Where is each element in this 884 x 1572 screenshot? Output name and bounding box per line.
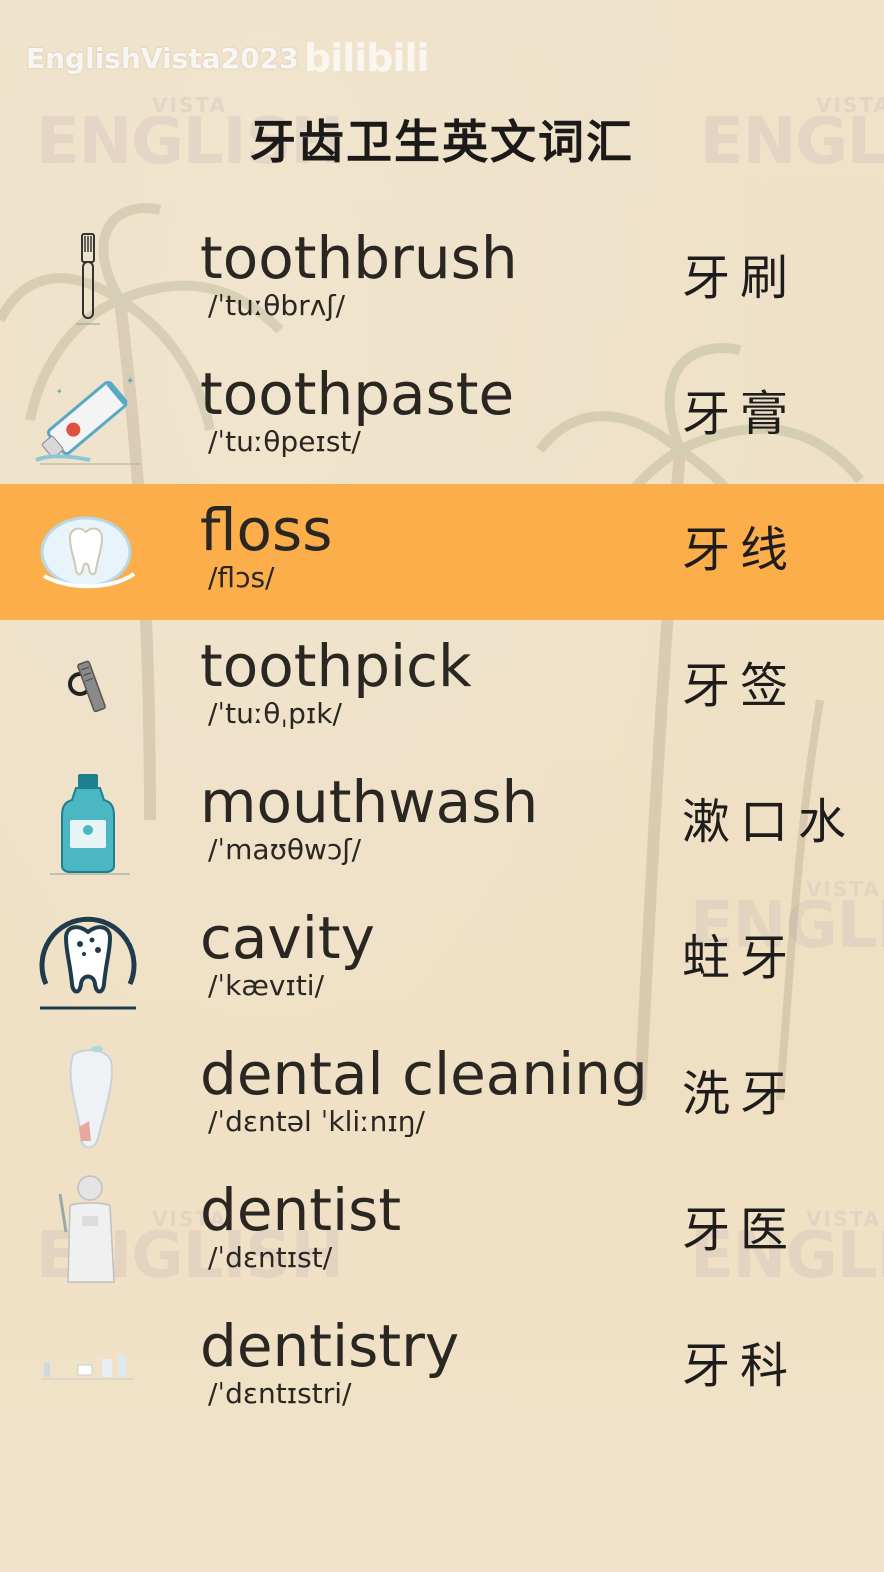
dentistry-icon (28, 1318, 148, 1418)
vocab-word: toothbrush (200, 224, 518, 292)
vocab-phonetic: /ˈtuːθpeɪst/ (208, 425, 361, 458)
vocab-word: cavity (200, 904, 375, 972)
vocab-phonetic: /ˈtuːθˌpɪk/ (208, 697, 342, 730)
vocab-chinese: 牙线 (682, 522, 799, 578)
vocab-phonetic: /ˈmaʊθwɔʃ/ (208, 833, 362, 866)
vocab-word: toothpaste (200, 360, 515, 428)
vocab-chinese: 漱口水 (682, 794, 857, 850)
cavity-icon (28, 910, 148, 1010)
vocab-word: floss (200, 496, 333, 564)
page-title: 牙齿卫生英文词汇 (250, 115, 634, 169)
dentist-icon (28, 1175, 148, 1283)
toothbrush-icon (28, 230, 148, 330)
channel-name: EnglishVista2023 (26, 42, 299, 75)
vocab-row-cavity[interactable]: cavity /ˈkævɪti/ 蛀牙 (0, 892, 884, 1028)
vocab-phonetic: /ˈdɛntɪst/ (208, 1241, 333, 1274)
vocab-row-dentist[interactable]: dentist /ˈdɛntɪst/ 牙医 (0, 1164, 884, 1300)
vocab-list: toothbrush /ˈtuːθbrʌʃ/ 牙刷 ✦ ✦ toothpaste… (0, 212, 884, 1436)
vocab-row-dental-cleaning[interactable]: dental cleaning /ˈdɛntəl ˈkliːnɪŋ/ 洗牙 (0, 1028, 884, 1164)
vocab-phonetic: /flɔs/ (208, 561, 275, 594)
bilibili-logo: bilibili (304, 36, 430, 80)
vocab-chinese: 牙签 (682, 658, 799, 714)
dental-cleaning-icon (28, 1046, 148, 1149)
svg-text:✦: ✦ (56, 387, 63, 396)
vocab-word: dental cleaning (200, 1040, 648, 1108)
vocab-chinese: 牙科 (682, 1338, 799, 1394)
svg-text:✦: ✦ (126, 376, 134, 387)
vocab-row-toothpick[interactable]: toothpick /ˈtuːθˌpɪk/ 牙签 (0, 620, 884, 756)
vocab-word: dentistry (200, 1312, 460, 1380)
vocab-row-mouthwash[interactable]: mouthwash /ˈmaʊθwɔʃ/ 漱口水 (0, 756, 884, 892)
vocab-phonetic: /ˈtuːθbrʌʃ/ (208, 289, 346, 322)
vocab-phonetic: /ˈdɛntɪstri/ (208, 1377, 352, 1410)
vocab-phonetic: /ˈkævɪti/ (208, 969, 325, 1002)
vocab-chinese: 牙医 (682, 1202, 799, 1258)
vocab-word: dentist (200, 1176, 402, 1244)
floss-icon (28, 502, 148, 602)
vocab-row-floss[interactable]: floss /flɔs/ 牙线 (0, 484, 884, 620)
vocab-phonetic: /ˈdɛntəl ˈkliːnɪŋ/ (208, 1105, 425, 1138)
vocab-word: mouthwash (200, 768, 539, 836)
vocab-chinese: 牙膏 (682, 386, 799, 442)
mouthwash-icon (28, 774, 148, 875)
vocab-row-toothpaste[interactable]: ✦ ✦ toothpaste /ˈtuːθpeɪst/ 牙膏 (0, 348, 884, 484)
vocab-word: toothpick (200, 632, 472, 700)
vocab-chinese: 蛀牙 (682, 930, 799, 986)
vocab-row-dentistry[interactable]: dentistry /ˈdɛntɪstri/ 牙科 (0, 1300, 884, 1436)
toothpaste-icon: ✦ ✦ (28, 366, 148, 466)
vocab-chinese: 洗牙 (682, 1066, 799, 1122)
toothpick-icon (28, 638, 148, 738)
vocab-row-toothbrush[interactable]: toothbrush /ˈtuːθbrʌʃ/ 牙刷 (0, 212, 884, 348)
vocab-chinese: 牙刷 (682, 250, 799, 306)
